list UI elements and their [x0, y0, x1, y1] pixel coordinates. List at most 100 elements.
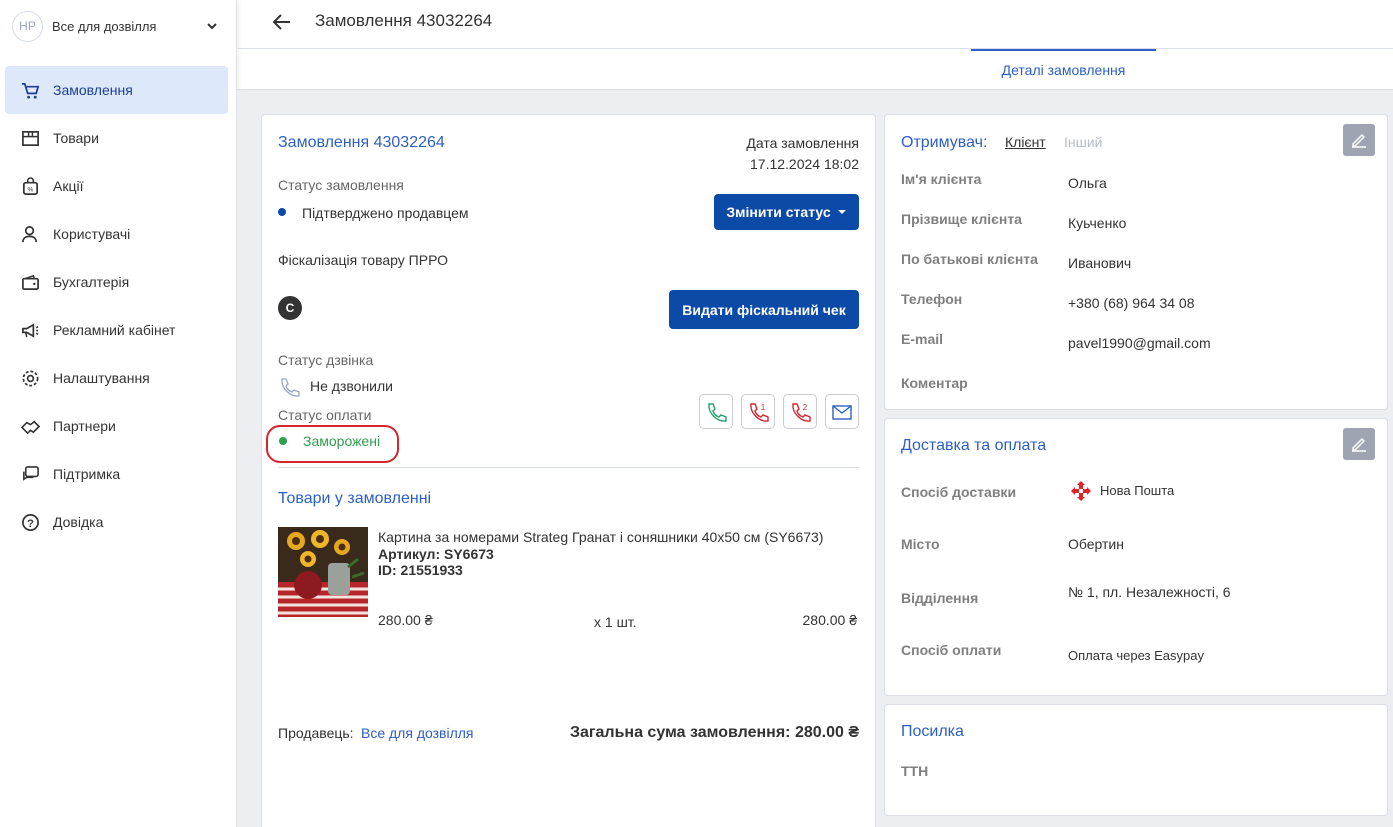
edit-delivery-button[interactable] [1343, 428, 1375, 460]
sidebar-item-settings[interactable]: Налаштування [5, 354, 228, 402]
product-price: 280.00 ₴ [378, 612, 433, 628]
gear-icon [20, 368, 40, 388]
client-patronymic-value: Иванович [1068, 255, 1132, 271]
page-title: Замовлення 43032264 [315, 11, 493, 30]
edit-recipient-button[interactable] [1343, 124, 1375, 156]
sidebar-item-support[interactable]: Підтримка [5, 450, 228, 498]
call-status-value: Не дзвонили [310, 378, 393, 394]
sidebar: HP Все для дозвілля Замовлення Товари % … [0, 0, 237, 827]
sidebar-item-label: Рекламний кабінет [53, 322, 176, 338]
sidebar-item-label: Партнери [53, 418, 116, 434]
order-date-value: 17.12.2024 18:02 [750, 156, 859, 172]
svg-text:%: % [27, 186, 33, 193]
highlight-circle [266, 425, 399, 463]
parcel-title: Посилка [901, 723, 964, 740]
nova-poshta-logo-icon [1071, 481, 1091, 501]
avatar: HP [12, 10, 43, 42]
pencil-icon [1352, 437, 1366, 452]
client-phone-value: +380 (68) 964 34 08 [1068, 295, 1195, 311]
product-image [278, 527, 368, 617]
call-button[interactable] [699, 394, 733, 429]
change-status-label: Змінити статус [726, 204, 831, 220]
client-comment-label: Коментар [901, 375, 968, 391]
client-first-name-label: Ім'я клієнта [901, 171, 982, 187]
svg-text:2: 2 [803, 403, 808, 412]
box-icon [20, 128, 40, 148]
chat-icon [20, 464, 40, 484]
client-patronymic-label: По батькові клієнта [901, 251, 1038, 267]
items-title: Товари у замовленні [278, 490, 432, 507]
client-first-name-value: Ольга [1068, 175, 1107, 191]
payment-status-label: Статус оплати [278, 407, 372, 423]
fiscal-badge: C [278, 296, 302, 320]
sidebar-item-promotions[interactable]: % Акції [5, 162, 228, 210]
svg-text:?: ? [27, 517, 34, 529]
delivery-method-label: Спосіб доставки [901, 484, 1017, 500]
phone-missed-2-icon: 2 [792, 403, 811, 422]
phone-icon [708, 402, 727, 422]
caret-down-icon [837, 210, 846, 214]
missed-call-2-button[interactable]: 2 [783, 394, 817, 429]
client-last-name-label: Прізвище клієнта [901, 211, 1022, 227]
call-status-label: Статус дзвінка [278, 352, 374, 368]
fiscal-receipt-button[interactable]: Видати фіскальний чек [669, 290, 859, 329]
sidebar-item-partners[interactable]: Партнери [5, 402, 228, 450]
client-email-value: pavel1990@gmail.com [1068, 335, 1211, 351]
pencil-icon [1352, 133, 1366, 148]
order-status-label: Статус замовлення [278, 177, 404, 193]
client-phone-label: Телефон [901, 291, 963, 307]
help-icon: ? [20, 512, 40, 532]
client-email-label: E-mail [901, 331, 944, 347]
order-date-label: Дата замовлення [746, 135, 859, 151]
sidebar-item-label: Підтримка [53, 466, 121, 482]
sidebar-item-products[interactable]: Товари [5, 114, 228, 162]
shop-name: Все для дозвілля [52, 18, 157, 34]
sidebar-item-label: Довідка [53, 514, 104, 530]
email-button[interactable] [825, 394, 859, 429]
product-quantity: x 1 шт. [594, 614, 637, 630]
recipient-tab-client[interactable]: Клієнт [1005, 134, 1046, 150]
sidebar-item-label: Налаштування [53, 370, 150, 386]
sidebar-item-label: Замовлення [53, 82, 133, 98]
seller-link[interactable]: Все для дозвілля [361, 725, 474, 741]
handshake-icon [20, 416, 40, 436]
sidebar-item-ads[interactable]: Рекламний кабінет [5, 306, 228, 354]
change-status-button[interactable]: Змінити статус [714, 194, 859, 230]
missed-call-1-button[interactable]: 1 [741, 394, 775, 429]
sidebar-item-users[interactable]: Користувачі [5, 210, 228, 258]
client-last-name-value: Куьченко [1068, 215, 1127, 231]
sidebar-item-orders[interactable]: Замовлення [5, 66, 228, 114]
delivery-title: Доставка та оплата [901, 437, 1047, 454]
sidebar-item-help[interactable]: ? Довідка [5, 498, 228, 546]
cart-icon [20, 80, 40, 100]
svg-text:1: 1 [761, 403, 766, 412]
phone-missed-1-icon: 1 [750, 403, 769, 422]
sidebar-nav: Замовлення Товари % Акції Користувачі Бу… [5, 66, 228, 546]
wallet-icon [20, 272, 40, 292]
sidebar-item-label: Користувачі [53, 226, 131, 242]
shop-switcher[interactable]: HP Все для дозвілля [12, 10, 222, 42]
tab-order-details[interactable]: Деталі замовлення [971, 49, 1156, 89]
content-area: Замовлення 43032264 Дата замовлення 17.1… [237, 90, 1393, 827]
sidebar-item-accounting[interactable]: Бухгалтерія [5, 258, 228, 306]
users-icon [20, 224, 40, 244]
sidebar-item-label: Товари [53, 130, 99, 146]
delivery-branch-label: Відділення [901, 590, 979, 606]
top-bar: Замовлення 43032264 [237, 0, 1393, 49]
delivery-card: Доставка та оплата Спосіб доставки Нова … [884, 418, 1388, 696]
back-arrow-icon[interactable] [270, 10, 294, 34]
recipient-tab-other[interactable]: Інший [1064, 134, 1103, 150]
product-name: Картина за номерами Strateg Гранат і сон… [378, 529, 824, 545]
sidebar-item-label: Акції [53, 178, 84, 194]
recipient-card: Отримувач: Клієнт Інший Ім'я клієнта Оль… [884, 114, 1388, 410]
seller-label: Продавець: [278, 725, 354, 741]
ttn-label: ТТН [901, 763, 929, 779]
product-total: 280.00 ₴ [802, 612, 858, 628]
payment-method-label: Спосіб оплати [901, 642, 1002, 658]
megaphone-icon [20, 320, 40, 340]
parcel-card: Посилка ТТН [884, 704, 1388, 816]
divider [278, 467, 859, 468]
tab-bar: Деталі замовлення [237, 49, 1393, 90]
payment-method-value: Оплата через Easypay [1068, 648, 1204, 663]
sidebar-item-label: Бухгалтерія [53, 274, 130, 290]
